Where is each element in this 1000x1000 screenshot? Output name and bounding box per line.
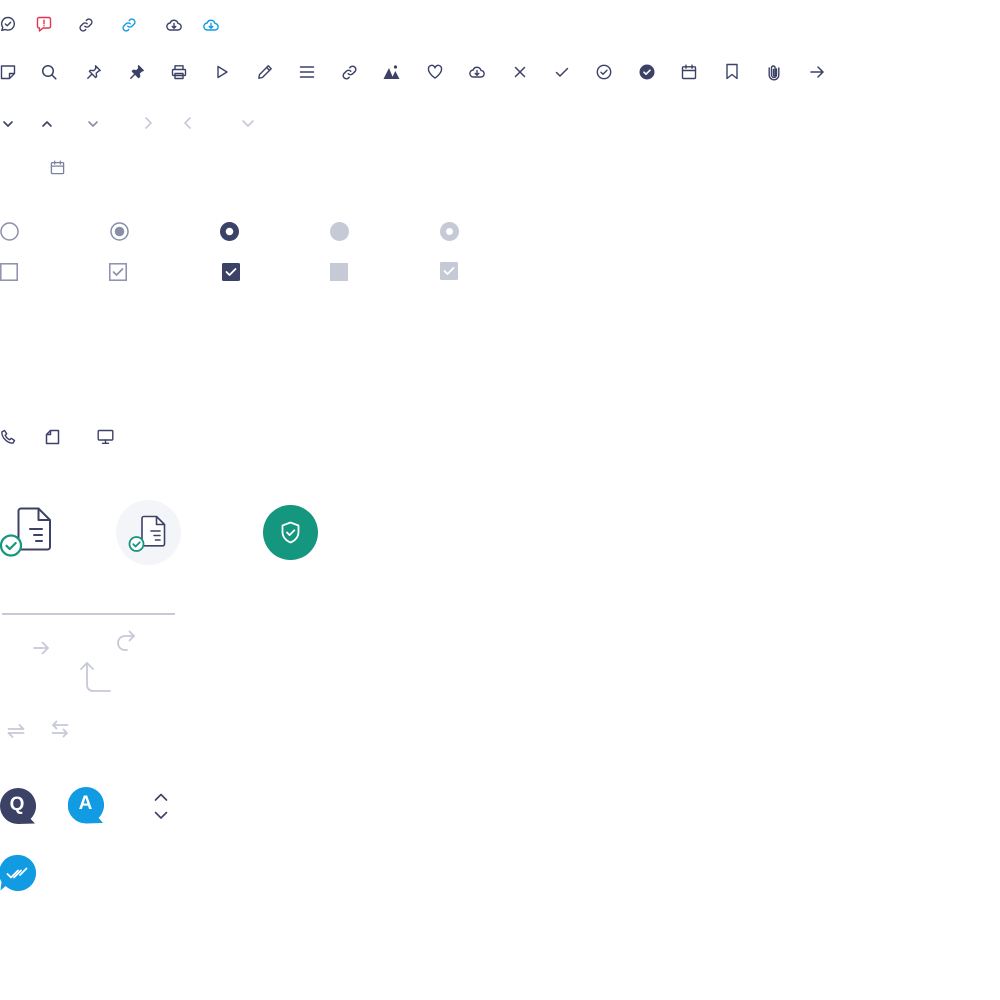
return-up-icon xyxy=(78,661,112,693)
chevron-down-disabled-icon xyxy=(241,117,255,129)
phone-icon[interactable] xyxy=(0,429,16,445)
answer-badge: A xyxy=(68,787,104,824)
bookmark-icon[interactable] xyxy=(724,63,740,80)
redo-icon xyxy=(116,630,136,652)
radio-hover[interactable] xyxy=(110,222,129,241)
note-icon[interactable] xyxy=(0,64,16,80)
desktop-icon[interactable] xyxy=(97,429,114,445)
cloud-download-icon[interactable] xyxy=(469,64,485,80)
image-icon[interactable] xyxy=(383,64,400,80)
swap-icon xyxy=(51,719,69,739)
close-icon[interactable] xyxy=(512,64,528,80)
checkbox-disabled xyxy=(330,263,348,281)
answer-badge-label: A xyxy=(78,793,93,814)
chat-alert-icon[interactable] xyxy=(36,16,52,32)
radio-checked-disabled xyxy=(440,222,459,241)
list-icon[interactable] xyxy=(299,64,315,80)
checkbox-unchecked[interactable] xyxy=(0,263,18,281)
pin-filled-icon[interactable] xyxy=(129,64,145,80)
cloud-download-active-icon[interactable] xyxy=(203,17,219,33)
sort-icon[interactable] xyxy=(153,788,169,824)
radio-unchecked[interactable] xyxy=(0,222,19,241)
search-icon[interactable] xyxy=(41,64,57,80)
chevron-up-icon[interactable] xyxy=(41,118,53,130)
paperclip-icon[interactable] xyxy=(766,64,782,81)
divider xyxy=(2,613,175,615)
chevron-down-icon[interactable] xyxy=(2,118,14,130)
checkbox-hover[interactable] xyxy=(109,263,127,281)
shield-check-badge xyxy=(263,505,318,560)
pin-icon[interactable] xyxy=(86,64,102,80)
link-icon[interactable] xyxy=(341,64,358,81)
question-badge: Q xyxy=(0,788,36,824)
radio-disabled xyxy=(330,222,349,241)
chevron-left-disabled-icon xyxy=(182,116,194,130)
question-badge-label: Q xyxy=(9,794,25,815)
print-icon[interactable] xyxy=(171,64,187,80)
check-icon[interactable] xyxy=(554,64,570,80)
arrow-right-icon[interactable] xyxy=(809,64,825,80)
play-icon[interactable] xyxy=(214,64,230,80)
link-active-icon[interactable] xyxy=(121,17,137,33)
check-circle-filled-icon[interactable] xyxy=(639,64,655,80)
read-receipt-badge xyxy=(0,854,37,892)
pencil-icon[interactable] xyxy=(257,64,273,80)
chevron-down-icon[interactable] xyxy=(87,118,99,130)
cloud-download-icon[interactable] xyxy=(166,17,182,33)
checkbox-checked[interactable] xyxy=(222,263,240,281)
document-check-icon xyxy=(0,506,52,558)
link-icon[interactable] xyxy=(78,17,94,33)
calendar-icon[interactable] xyxy=(50,160,65,175)
arrow-right-icon xyxy=(32,639,50,657)
calendar-icon[interactable] xyxy=(681,64,697,80)
swap-icon xyxy=(7,722,25,740)
check-circle-icon[interactable] xyxy=(596,64,612,80)
chevron-right-disabled-icon xyxy=(142,116,154,130)
checkbox-checked-disabled xyxy=(440,262,458,280)
radio-checked[interactable] xyxy=(220,222,239,241)
chat-check-icon[interactable] xyxy=(0,16,16,32)
heart-icon[interactable] xyxy=(427,64,443,80)
document-check-avatar xyxy=(116,500,181,565)
tablet-icon[interactable] xyxy=(45,429,61,445)
